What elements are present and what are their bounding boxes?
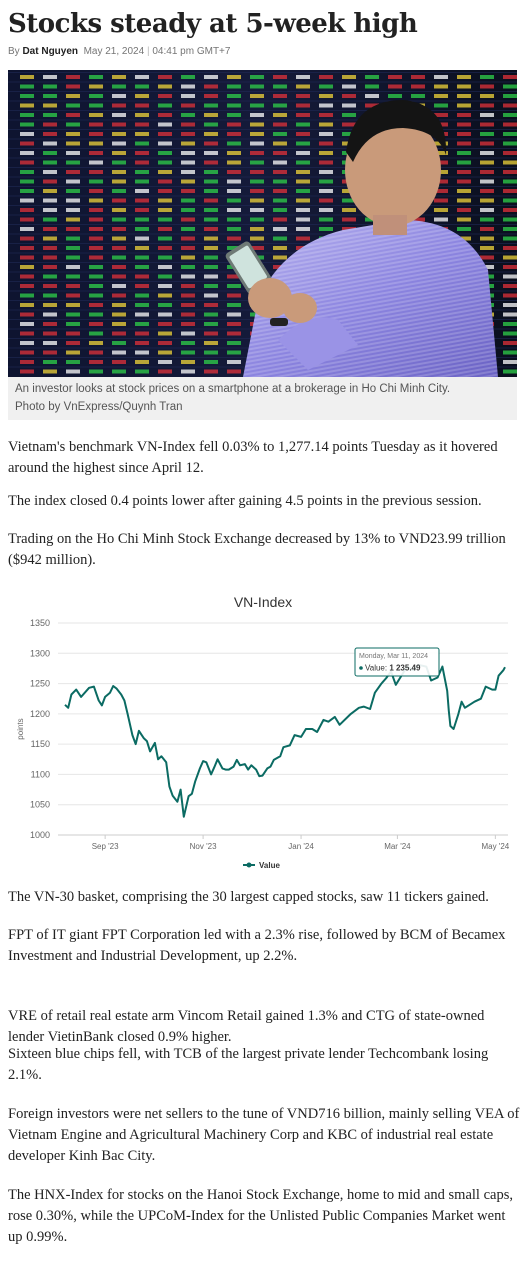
- tooltip-label: Value: 1 235.49: [365, 664, 421, 673]
- paragraph: Sixteen blue chips fell, with TCB of the…: [8, 1046, 489, 1083]
- paragraph: The index closed 0.4 points lower after …: [8, 493, 482, 509]
- x-tick-label: May '24: [481, 842, 509, 851]
- x-tick-label: Nov '23: [190, 842, 217, 851]
- paragraph: FPT of IT giant FPT Corporation led with…: [8, 927, 506, 964]
- tooltip-series-marker: [359, 666, 363, 670]
- investor-on-smartphone-photo: [8, 70, 517, 377]
- article-photo: [8, 70, 517, 377]
- x-tick-label: Mar '24: [384, 842, 411, 851]
- y-tick-label: 1250: [30, 679, 50, 689]
- paragraph: Trading on the Ho Chi Minh Stock Exchang…: [8, 531, 506, 568]
- vn-index-chart[interactable]: VN-Index 1000 1050 1100 1150 1200 1250 1300 1350…: [8, 588, 520, 878]
- legend-label[interactable]: Value: [259, 861, 280, 870]
- y-tick-label: 1000: [30, 830, 50, 840]
- legend-marker[interactable]: [246, 862, 252, 868]
- chart-title: VN-Index: [234, 594, 292, 610]
- y-tick-label: 1150: [31, 739, 50, 749]
- x-tick-label: Jan '24: [288, 842, 314, 851]
- article-title: Stocks steady at 5-week high: [8, 9, 418, 39]
- vn-index-line-chart: VN-Index 1000 1050 1100 1150 1200 1250 1300 1350…: [16, 594, 510, 870]
- paragraph: The HNX-Index for stocks on the Hanoi St…: [8, 1187, 513, 1245]
- publish-date: May 21, 2024: [83, 46, 145, 57]
- paragraph: Vietnam's benchmark VN-Index fell 0.03% …: [8, 439, 498, 476]
- y-tick-label: 1350: [30, 618, 50, 628]
- paragraph: Foreign investors were net sellers to th…: [8, 1106, 520, 1164]
- author-link[interactable]: Dat Nguyen: [22, 46, 78, 57]
- y-tick-label: 1050: [30, 800, 50, 810]
- byline-prefix: By: [8, 46, 20, 57]
- y-tick-label: 1100: [31, 769, 50, 779]
- paragraph: The VN-30 basket, comprising the 30 larg…: [8, 889, 489, 905]
- publish-time: 04:41 pm GMT+7: [152, 46, 231, 57]
- series-line-value[interactable]: [64, 663, 506, 818]
- byline: By Dat Nguyen May 21, 2024 | 04:41 pm GM…: [8, 46, 230, 57]
- x-tick-label: Sep '23: [92, 842, 119, 851]
- tooltip-date: Monday, Mar 11, 2024: [359, 653, 428, 660]
- y-axis-label: points: [16, 718, 25, 739]
- y-tick-label: 1300: [30, 648, 50, 658]
- date-separator: |: [146, 46, 150, 57]
- caption-text: An investor looks at stock prices on a s…: [15, 383, 451, 395]
- photo-credit: Photo by VnExpress/Quynh Tran: [15, 401, 183, 413]
- paragraph: VRE of retail real estate arm Vincom Ret…: [8, 1008, 485, 1045]
- photo-caption: An investor looks at stock prices on a s…: [8, 377, 517, 420]
- y-tick-label: 1200: [30, 709, 50, 719]
